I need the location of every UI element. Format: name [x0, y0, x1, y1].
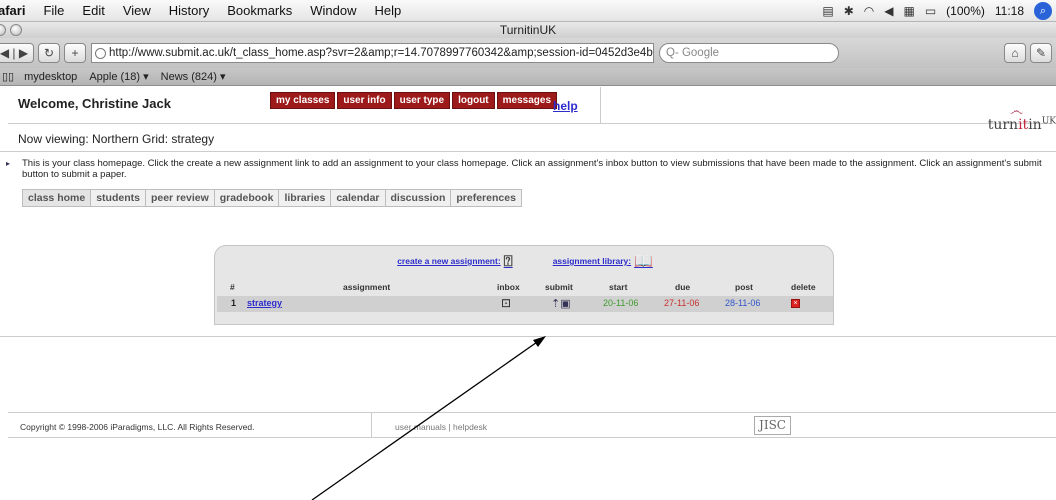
- annotation-arrow: [311, 336, 546, 500]
- annotation-arrow-head: [533, 336, 546, 347]
- annotation-arrow-line: [311, 339, 541, 500]
